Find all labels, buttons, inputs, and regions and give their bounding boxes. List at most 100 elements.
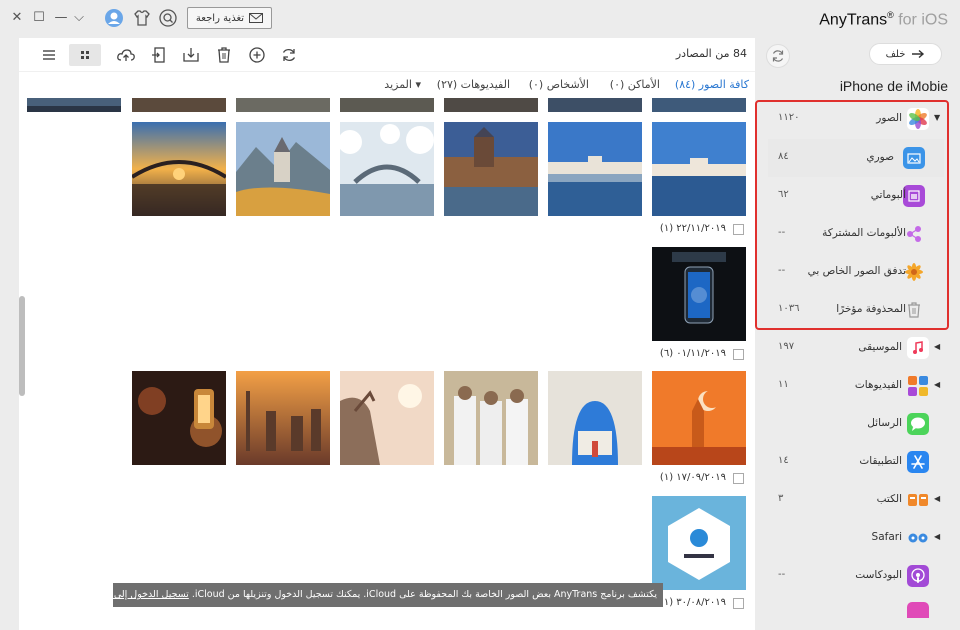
sidebar-item-label: الفيديوهات	[854, 379, 902, 391]
sidebar-item-count: --	[778, 569, 786, 580]
arrow-right-icon	[912, 49, 925, 59]
sidebar-item-podcasts[interactable]: البودكاست --	[762, 557, 950, 595]
videos-icon	[907, 375, 929, 397]
sidebar-item-shared-albums[interactable]: الألبومات المشتركة --	[762, 215, 950, 253]
mail-icon	[249, 13, 264, 23]
refresh-icon[interactable]	[279, 45, 299, 65]
photo-thumbnail[interactable]	[548, 122, 642, 216]
photo-thumbnail[interactable]	[548, 98, 642, 112]
photo-thumbnail[interactable]	[236, 371, 330, 465]
add-icon[interactable]	[247, 45, 267, 65]
sidebar-item-count: ١٠٣٦	[778, 303, 800, 314]
sidebar-item-count: --	[778, 265, 786, 276]
sidebar-item-photo-stream[interactable]: تدفق الصور الخاص بي --	[762, 253, 950, 291]
filter-all-photos[interactable]: كافة الصور (٨٤)	[675, 78, 749, 91]
group-date-label: ١٧/٠٩/٢٠١٩ (١)	[659, 472, 726, 483]
select-group-checkbox[interactable]	[733, 224, 744, 235]
close-window-icon[interactable]: ✕	[8, 9, 26, 27]
albums-icon	[903, 185, 925, 207]
feedback-button[interactable]: تغذية راجعة	[187, 7, 272, 29]
select-group-checkbox[interactable]	[733, 473, 744, 484]
sidebar-item-label: البودكاست	[855, 569, 902, 581]
sidebar-item-label: المحذوفة مؤخرًا	[836, 303, 906, 315]
sidebar-item-messages[interactable]: الرسائل	[762, 405, 950, 443]
sidebar-item-count: ١١	[778, 379, 789, 390]
minimize-window-icon[interactable]: —	[52, 9, 70, 27]
delete-icon[interactable]	[214, 45, 234, 65]
sidebar-item-apps[interactable]: التطبيقات ١٤	[762, 443, 950, 481]
date-group-header: ٣٠/٠٨/٢٠١٩ (١)	[652, 597, 746, 611]
sidebar-item-recently-deleted[interactable]: المحذوفة مؤخرًا ١٠٣٦	[762, 291, 950, 329]
expand-arrow-icon[interactable]: ▼	[934, 113, 940, 122]
sidebar-item-count: ٨٤	[778, 151, 789, 162]
filter-more[interactable]: المزيد ▾	[384, 78, 421, 91]
photo-thumbnail[interactable]	[652, 371, 746, 465]
photo-thumbnail[interactable]	[652, 98, 746, 112]
shirt-icon[interactable]	[132, 8, 152, 28]
brand-name: AnyTrans	[819, 11, 888, 29]
scrollbar[interactable]	[19, 296, 25, 396]
sidebar-item-books[interactable]: ◀ الكتب ٣	[762, 481, 950, 519]
photo-thumbnail[interactable]	[340, 122, 434, 216]
menu-chevron-icon[interactable]: ⌵	[70, 9, 88, 27]
sidebar-item-videos[interactable]: ◀ الفيديوهات ١١	[762, 367, 950, 405]
list-view-icon[interactable]	[39, 45, 59, 65]
photo-thumbnail[interactable]	[652, 122, 746, 216]
date-group-header: ٢٢/١١/٢٠١٩ (١)	[652, 223, 746, 237]
sidebar-item-label: الألبومات المشتركة	[822, 227, 906, 239]
music-icon	[907, 337, 929, 359]
filter-places[interactable]: الأماكن (٠)	[610, 78, 660, 91]
expand-arrow-icon[interactable]: ◀	[934, 342, 940, 351]
photo-thumbnail[interactable]	[444, 371, 538, 465]
photo-thumbnail[interactable]	[340, 98, 434, 112]
device-name: iPhone de iMobie	[839, 78, 948, 94]
sidebar-item-count: ١٩٧	[778, 341, 795, 352]
icloud-login-link[interactable]: تسجيل الدخول إلى iCloud >	[113, 589, 189, 600]
expand-arrow-icon[interactable]: ◀	[934, 380, 940, 389]
upload-cloud-icon[interactable]	[116, 45, 136, 65]
photo-thumbnail[interactable]	[340, 371, 434, 465]
photo-thumbnail[interactable]	[444, 122, 538, 216]
date-group-header: ٠١/١١/٢٠١٩ (٦)	[652, 348, 746, 362]
expand-arrow-icon[interactable]: ◀	[934, 532, 940, 541]
group-date-label: ٣٠/٠٨/٢٠١٩ (١)	[660, 597, 726, 608]
filter-people[interactable]: الأشخاص (٠)	[529, 78, 589, 91]
sidebar-item-albums[interactable]: ألبوماتي ٦٢	[762, 177, 950, 215]
sidebar-item-my-photos[interactable]: صوري ٨٤	[768, 139, 944, 177]
my-photos-icon	[903, 147, 925, 169]
photo-thumbnail[interactable]	[652, 247, 746, 341]
sidebar-item-safari[interactable]: ◀ Safari	[762, 519, 950, 557]
date-group-header: ١٧/٠٩/٢٠١٩ (١)	[652, 472, 746, 486]
photo-thumbnail[interactable]	[236, 98, 330, 112]
photo-thumbnail[interactable]	[132, 122, 226, 216]
brand-for: for iOS	[893, 11, 948, 29]
photo-thumbnail[interactable]	[132, 98, 226, 112]
sidebar-item-count: ١١٢٠	[778, 112, 800, 123]
select-group-checkbox[interactable]	[733, 349, 744, 360]
photo-thumbnail[interactable]	[652, 496, 746, 590]
back-button[interactable]: خلف	[869, 43, 942, 65]
source-count: 84 من المصادر	[675, 47, 747, 60]
search-icon[interactable]	[158, 8, 178, 28]
photo-thumbnail[interactable]	[548, 371, 642, 465]
sidebar-item-label: الرسائل	[867, 417, 902, 429]
device-refresh-button[interactable]	[766, 44, 790, 68]
sidebar-item-count: ١٤	[778, 455, 789, 466]
photo-thumbnail[interactable]	[27, 98, 121, 112]
toolbar: 84 من المصادر	[19, 38, 755, 72]
select-group-checkbox[interactable]	[733, 598, 744, 609]
photo-thumbnail[interactable]	[132, 371, 226, 465]
import-icon[interactable]	[149, 45, 169, 65]
sidebar-item-photos[interactable]: ▼ الصور ١١٢٠	[762, 100, 950, 138]
export-to-computer-icon[interactable]	[181, 45, 201, 65]
photo-thumbnail[interactable]	[444, 98, 538, 112]
safari-icon	[907, 527, 929, 549]
expand-arrow-icon[interactable]: ◀	[934, 494, 940, 503]
maximize-window-icon[interactable]: ☐	[30, 9, 48, 27]
sidebar-item-label: تدفق الصور الخاص بي	[807, 265, 906, 277]
account-icon[interactable]	[104, 8, 124, 28]
filter-videos[interactable]: الفيديوهات (٢٧)	[437, 78, 510, 91]
photo-thumbnail[interactable]	[236, 122, 330, 216]
sidebar-item-music[interactable]: ◀ الموسيقى ١٩٧	[762, 329, 950, 367]
grid-view-icon[interactable]	[69, 44, 101, 66]
